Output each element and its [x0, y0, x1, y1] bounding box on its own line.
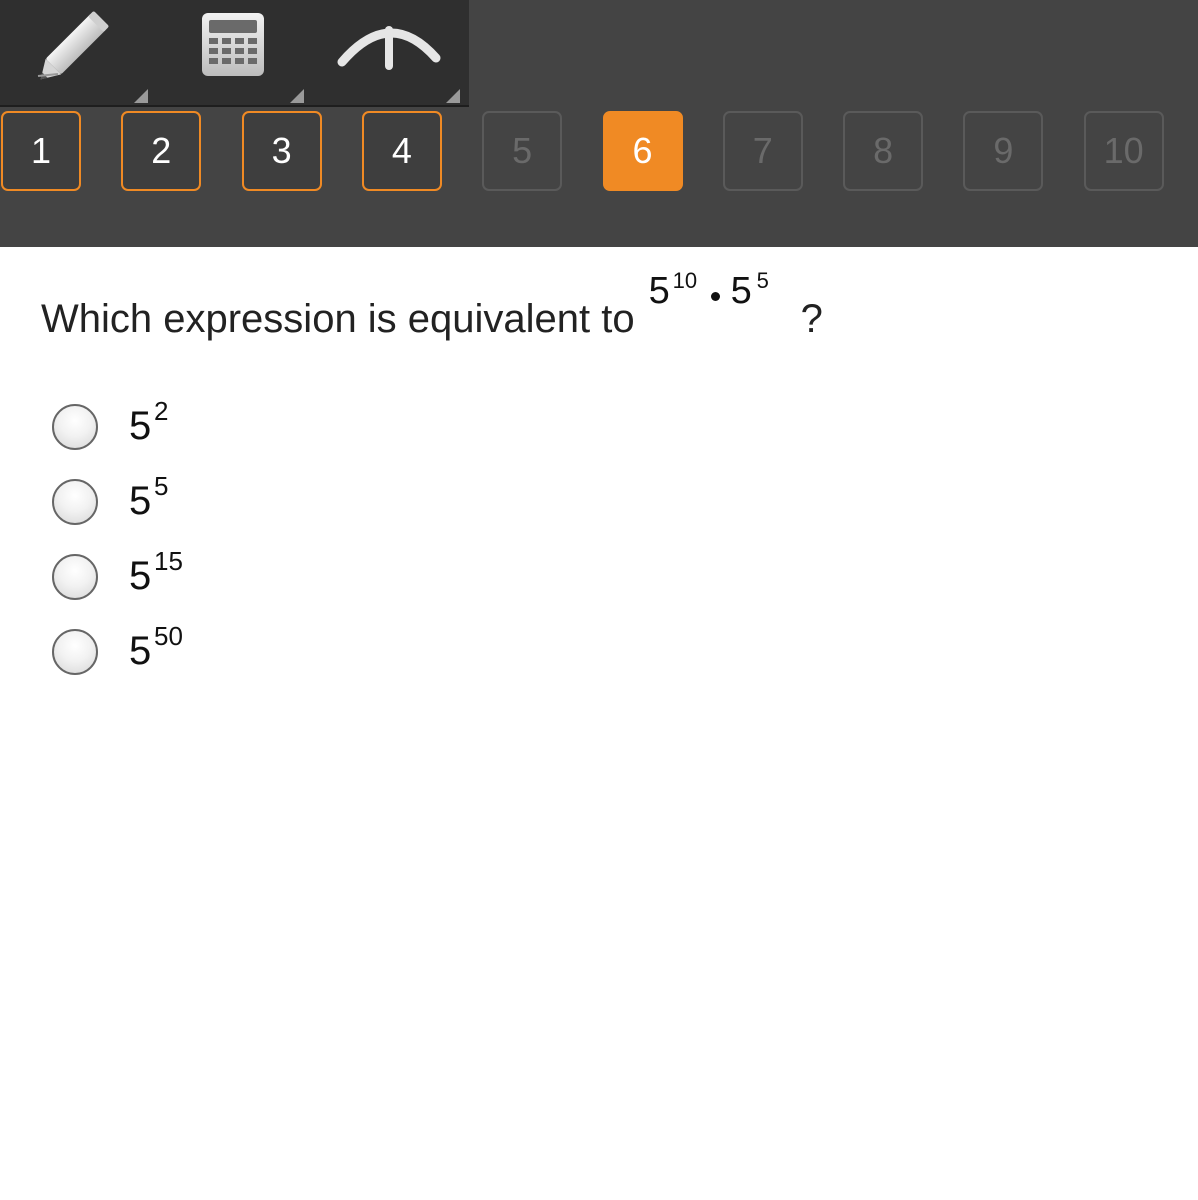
question-text: Which expression is equivalent to [41, 297, 635, 341]
radio-button[interactable] [52, 404, 98, 450]
question-mark: ? [800, 297, 823, 341]
question-2-button[interactable]: 2 [121, 111, 202, 191]
answer-option[interactable]: 5 50 [52, 621, 452, 681]
question-expression: 5 10 5 5 [649, 268, 799, 318]
answer-option[interactable]: 5 15 [52, 546, 452, 606]
question-9-button[interactable]: 9 [963, 111, 1044, 191]
question-8-button[interactable]: 8 [843, 111, 924, 191]
tool-menu-indicator [134, 89, 148, 103]
option-base: 5 [129, 629, 152, 673]
top-bar: 1 2 3 4 5 6 7 8 9 10 [0, 0, 1198, 247]
question-10-button[interactable]: 10 [1083, 111, 1164, 191]
tool-menu-indicator [446, 89, 460, 103]
option-exponent: 5 [154, 471, 169, 501]
option-exponent: 15 [154, 546, 183, 576]
option-base: 5 [129, 404, 152, 448]
pencil-tool-button[interactable] [0, 0, 156, 105]
option-exponent: 50 [154, 621, 183, 651]
calculator-tool-button[interactable] [156, 0, 312, 105]
reference-icon [337, 26, 441, 70]
calculator-icon [202, 13, 264, 76]
term1-base: 5 [648, 270, 670, 312]
option-base: 5 [129, 554, 152, 598]
term2-exponent: 5 [756, 268, 769, 293]
option-base: 5 [129, 479, 152, 523]
tool-menu-indicator [290, 89, 304, 103]
question-1-button[interactable]: 1 [1, 111, 81, 191]
radio-button[interactable] [52, 479, 98, 525]
term1-exponent: 10 [672, 268, 698, 293]
multiplication-dot [710, 292, 720, 301]
answer-option[interactable]: 5 2 [52, 396, 452, 456]
answer-option[interactable]: 5 5 [52, 471, 452, 531]
term2-base: 5 [730, 270, 752, 312]
question-prompt: Which expression is equivalent to 5 10 5… [41, 268, 823, 342]
question-navigator: 1 2 3 4 5 6 7 8 9 10 [0, 111, 1198, 193]
radio-button[interactable] [52, 554, 98, 600]
reference-tool-button[interactable] [312, 0, 468, 105]
question-7-button[interactable]: 7 [722, 111, 803, 191]
question-3-button[interactable]: 3 [241, 111, 322, 191]
question-4-button[interactable]: 4 [361, 111, 442, 191]
radio-button[interactable] [52, 629, 98, 675]
question-6-button[interactable]: 6 [602, 111, 683, 191]
question-5-button[interactable]: 5 [482, 111, 563, 191]
option-exponent: 2 [154, 396, 169, 426]
pencil-icon [37, 11, 109, 80]
toolbar [0, 0, 469, 107]
